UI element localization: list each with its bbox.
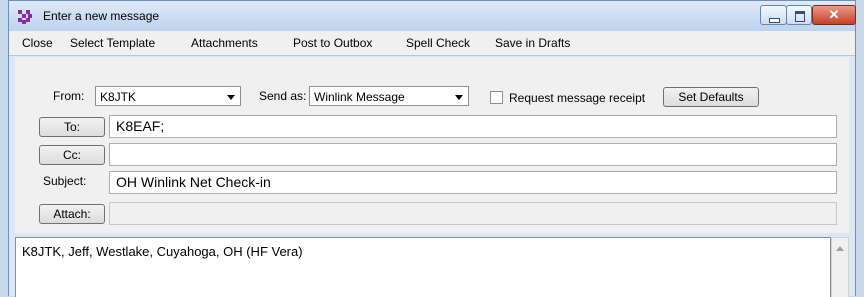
request-receipt-checkbox[interactable] — [490, 91, 503, 104]
maximize-button[interactable] — [786, 5, 812, 25]
body-scrollbar[interactable] — [831, 237, 849, 297]
chevron-down-icon — [455, 95, 463, 100]
request-receipt-label: Request message receipt — [509, 91, 646, 105]
title-bar[interactable]: Enter a new message ✕ — [9, 1, 856, 31]
minimize-button[interactable] — [760, 5, 787, 25]
set-defaults-button[interactable]: Set Defaults — [663, 87, 759, 107]
menu-bar: Close Select Template Attachments Post t… — [9, 31, 855, 56]
subject-field[interactable]: OH Winlink Net Check-in — [109, 171, 837, 194]
cc-button[interactable]: Cc: — [39, 145, 105, 165]
window-title: Enter a new message — [43, 9, 160, 23]
message-window: Enter a new message ✕ Close Select Templ… — [8, 0, 856, 297]
attach-field — [109, 202, 837, 225]
menu-save-in-drafts[interactable]: Save in Drafts — [495, 36, 570, 50]
from-value: K8JTK — [100, 90, 137, 104]
menu-select-template[interactable]: Select Template — [70, 36, 155, 50]
send-as-label: Send as: — [259, 89, 307, 103]
subject-label: Subject: — [43, 174, 87, 188]
to-field[interactable]: K8EAF; — [109, 115, 837, 138]
send-as-value: Winlink Message — [314, 90, 405, 104]
send-as-dropdown[interactable]: Winlink Message — [309, 86, 469, 106]
header-panel: From: K8JTK Send as: Winlink Message Req… — [15, 57, 849, 233]
menu-spell-check[interactable]: Spell Check — [406, 36, 470, 50]
attach-button-label: Attach: — [53, 207, 91, 221]
from-dropdown[interactable]: K8JTK — [95, 86, 241, 106]
menu-close[interactable]: Close — [22, 36, 53, 50]
attach-button[interactable]: Attach: — [39, 204, 105, 224]
to-button[interactable]: To: — [39, 117, 105, 137]
cc-button-label: Cc: — [63, 148, 81, 162]
from-label: From: — [53, 89, 85, 103]
cc-field[interactable] — [109, 143, 837, 166]
winlink-app-icon — [18, 10, 32, 24]
close-window-button[interactable]: ✕ — [812, 5, 856, 25]
to-button-label: To: — [63, 120, 80, 134]
scroll-up-icon[interactable] — [836, 246, 844, 251]
message-body[interactable]: K8JTK, Jeff, Westlake, Cuyahoga, OH (HF … — [15, 237, 831, 297]
menu-attachments[interactable]: Attachments — [191, 36, 258, 50]
menu-post-to-outbox[interactable]: Post to Outbox — [293, 36, 372, 50]
close-icon: ✕ — [828, 7, 840, 22]
chevron-down-icon — [227, 95, 235, 100]
